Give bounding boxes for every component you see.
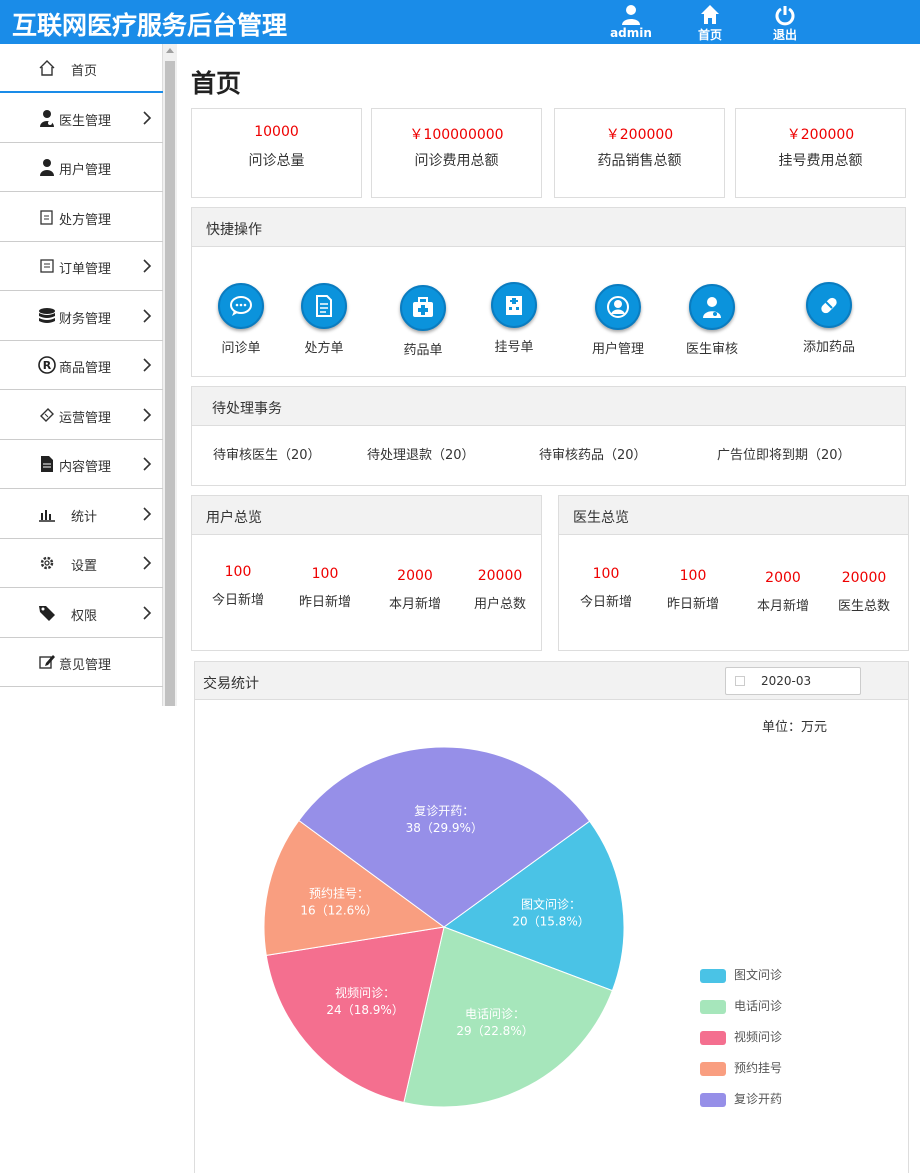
legend-label: 预约挂号 bbox=[734, 1061, 783, 1075]
legend-item[interactable]: 预约挂号 bbox=[700, 1059, 782, 1076]
slice-label: 电话问诊： bbox=[465, 1007, 525, 1021]
legend-label: 复诊开药 bbox=[734, 1092, 783, 1106]
slice-label: 视频问诊： bbox=[335, 985, 395, 1000]
slice-label: 复诊开药： bbox=[414, 804, 474, 818]
legend-swatch bbox=[700, 1092, 726, 1107]
legend-swatch bbox=[700, 1061, 726, 1076]
legend-swatch bbox=[700, 1030, 726, 1045]
legend-item[interactable]: 复诊开药 bbox=[700, 1090, 782, 1107]
slice-value-label: 29（22.8%） bbox=[456, 1024, 533, 1038]
legend-swatch bbox=[700, 999, 726, 1014]
legend-swatch bbox=[700, 968, 726, 983]
legend-label: 图文问诊 bbox=[734, 968, 783, 982]
legend-item[interactable]: 电话问诊 bbox=[700, 997, 782, 1014]
slice-value-label: 24（18.9%） bbox=[326, 1003, 403, 1017]
slice-value-label: 16（12.6%） bbox=[300, 904, 377, 918]
slice-value-label: 20（15.8%） bbox=[512, 915, 589, 929]
slice-value-label: 38（29.9%） bbox=[406, 821, 483, 835]
legend-item[interactable]: 图文问诊 bbox=[700, 966, 782, 983]
legend-label: 视频问诊 bbox=[734, 1030, 783, 1044]
slice-label: 图文问诊： bbox=[521, 897, 581, 912]
slice-label: 预约挂号： bbox=[309, 886, 369, 901]
legend-label: 电话问诊 bbox=[734, 999, 783, 1013]
legend-item[interactable]: 视频问诊 bbox=[700, 1028, 782, 1045]
